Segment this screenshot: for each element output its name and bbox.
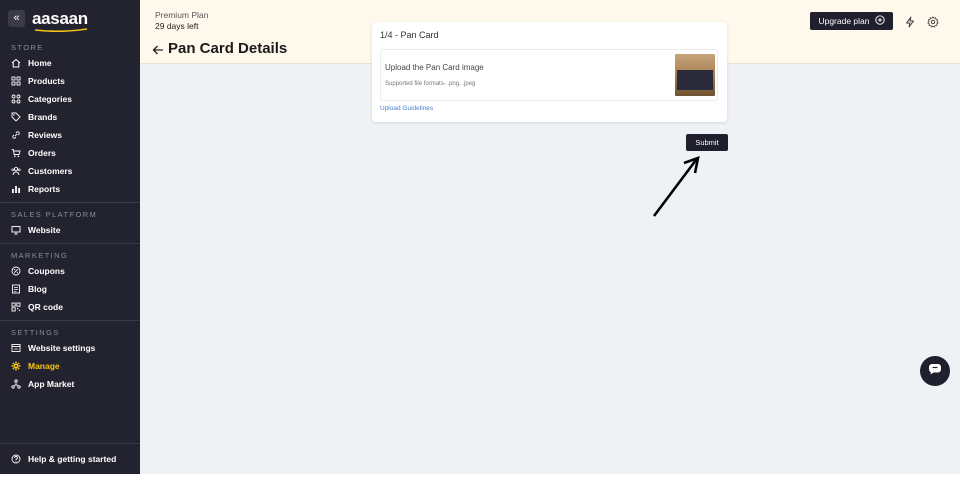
sidebar-item-blog[interactable]: Blog	[0, 280, 140, 298]
supported-formats: Supported file formats- .png, .jpeg	[385, 81, 476, 87]
plus-circle-icon	[874, 15, 885, 27]
sidebar-item-home[interactable]: Home	[0, 54, 140, 72]
categories-icon	[11, 94, 21, 104]
help-link[interactable]: Help & getting started	[0, 443, 140, 474]
sidebar-item-label: Home	[28, 58, 52, 68]
sidebar-item-label: Website	[28, 225, 61, 235]
sidebar-item-label: Website settings	[28, 343, 96, 353]
sidebar: « aasaan STORE Home Products Categories …	[0, 0, 140, 474]
sidebar-item-label: Manage	[28, 361, 60, 371]
chat-button[interactable]	[920, 356, 950, 386]
sidebar-item-categories[interactable]: Categories	[0, 90, 140, 108]
preview-image-content	[677, 70, 713, 90]
sidebar-item-label: Brands	[28, 112, 58, 122]
link-icon	[11, 130, 21, 140]
divider	[0, 320, 140, 321]
sidebar-item-customers[interactable]: Customers	[0, 162, 140, 180]
upgrade-plan-label: Upgrade plan	[818, 16, 870, 26]
section-label-sales: SALES PLATFORM	[11, 210, 98, 219]
brand-bar: « aasaan	[0, 0, 140, 36]
sidebar-item-app-market[interactable]: App Market	[0, 375, 140, 393]
upgrade-plan-button[interactable]: Upgrade plan	[810, 12, 893, 30]
sidebar-item-coupons[interactable]: Coupons	[0, 262, 140, 280]
logo-text: aasaan	[32, 8, 88, 28]
browser-icon	[11, 343, 21, 353]
divider	[0, 243, 140, 244]
sidebar-item-label: Coupons	[28, 266, 65, 276]
sidebar-item-label: Reports	[28, 184, 61, 194]
sidebar-item-reports[interactable]: Reports	[0, 180, 140, 198]
sidebar-item-label: QR code	[28, 302, 63, 312]
sidebar-item-brands[interactable]: Brands	[0, 108, 140, 126]
gear-icon	[11, 361, 21, 371]
logo-swoosh	[34, 27, 88, 32]
lightning-icon[interactable]	[904, 15, 916, 28]
upload-label: Upload the Pan Card image	[385, 63, 484, 72]
section-label-marketing: MARKETING	[11, 251, 69, 260]
sidebar-item-products[interactable]: Products	[0, 72, 140, 90]
sidebar-item-label: Categories	[28, 94, 72, 104]
divider	[0, 202, 140, 203]
sidebar-item-label: Reviews	[28, 130, 63, 140]
sidebar-item-qr-code[interactable]: QR code	[0, 298, 140, 316]
chevrons-left-icon[interactable]: «	[8, 9, 25, 27]
main-content: Premium Plan 29 days left Upgrade plan P…	[140, 0, 960, 474]
cart-icon	[11, 148, 21, 158]
coupon-icon	[11, 266, 21, 276]
home-icon	[11, 58, 21, 68]
sidebar-item-label: App Market	[28, 379, 75, 389]
uploaded-image-preview[interactable]	[675, 54, 715, 96]
sidebar-item-orders[interactable]: Orders	[0, 144, 140, 162]
tag-icon	[11, 112, 21, 122]
nodes-icon	[11, 379, 21, 389]
bottom-strip	[0, 474, 960, 480]
sidebar-item-label: Blog	[28, 284, 47, 294]
upload-guidelines-link[interactable]: Upload Guidelines	[380, 105, 433, 112]
page-title: Pan Card Details	[168, 40, 288, 57]
settings-gear-icon[interactable]	[927, 15, 939, 28]
sidebar-item-label: Customers	[28, 166, 73, 176]
chat-icon	[928, 362, 942, 380]
annotation-arrow	[640, 150, 710, 220]
sidebar-item-website-settings[interactable]: Website settings	[0, 339, 140, 357]
logo[interactable]: aasaan	[32, 8, 88, 32]
help-icon	[11, 454, 21, 464]
plan-days-left: 29 days left	[155, 21, 199, 31]
grid-icon	[11, 76, 21, 86]
users-icon	[11, 166, 21, 176]
help-label: Help & getting started	[28, 454, 117, 464]
qr-code-icon	[11, 302, 21, 312]
section-label-store: STORE	[11, 43, 44, 52]
submit-button[interactable]: Submit	[686, 134, 728, 151]
bar-chart-icon	[11, 184, 21, 194]
plan-name: Premium Plan	[155, 10, 209, 20]
card-title: 1/4 - Pan Card	[380, 30, 439, 40]
sidebar-item-website[interactable]: Website	[0, 221, 140, 239]
document-icon	[11, 284, 21, 294]
upload-box[interactable]: Upload the Pan Card image Supported file…	[380, 49, 718, 101]
monitor-icon	[11, 225, 21, 235]
sidebar-item-reviews[interactable]: Reviews	[0, 126, 140, 144]
sidebar-item-label: Orders	[28, 148, 56, 158]
section-label-settings: SETTINGS	[11, 328, 60, 337]
back-arrow-icon[interactable]	[151, 43, 165, 57]
sidebar-item-label: Products	[28, 76, 65, 86]
sidebar-item-manage[interactable]: Manage	[0, 357, 140, 375]
pan-card-upload-card: 1/4 - Pan Card Upload the Pan Card image…	[372, 22, 727, 122]
